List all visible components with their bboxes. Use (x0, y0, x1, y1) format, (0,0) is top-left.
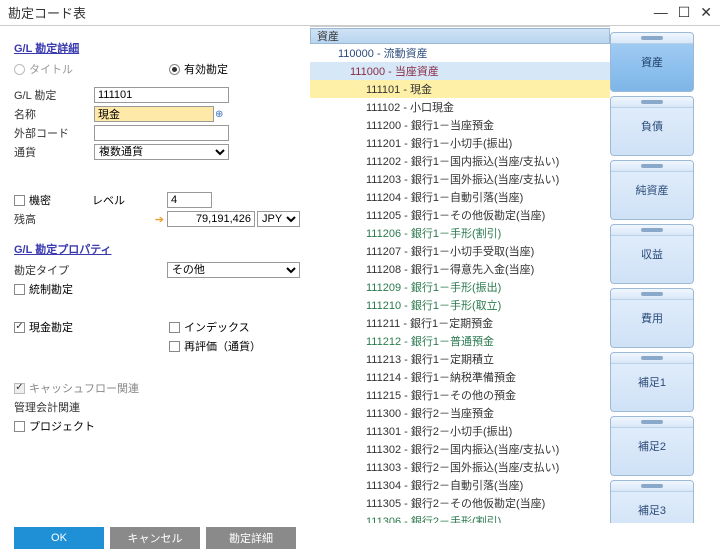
drawer-label: 補足2 (638, 438, 666, 454)
cashflow-checkbox (14, 383, 25, 394)
name-input[interactable] (94, 106, 214, 122)
footer: OK キャンセル 勘定詳細 (0, 523, 720, 555)
confidential-checkbox[interactable] (14, 195, 25, 206)
tree-item[interactable]: 111000 - 当座資産 (310, 62, 610, 80)
arrow-icon: ➔ (155, 213, 164, 226)
category-drawers: 資産負債純資産収益費用補足1 補足2 補足3 (610, 26, 700, 523)
index-checkbox[interactable] (169, 322, 180, 333)
tree-item[interactable]: 111209 - 銀行1－手形(振出) (310, 278, 610, 296)
tree-item[interactable]: 111210 - 銀行1－手形(取立) (310, 296, 610, 314)
tree-item[interactable]: 111301 - 銀行2－小切手(振出) (310, 422, 610, 440)
currency-label: 通貨 (14, 144, 94, 160)
acct-type-select[interactable]: その他 (167, 262, 300, 278)
drawer-label: 補足1 (638, 374, 666, 390)
balance-input[interactable] (167, 211, 255, 227)
drawer-label: 純資産 (636, 182, 669, 198)
tree-item[interactable]: 111213 - 銀行1－定期積立 (310, 350, 610, 368)
tree-item[interactable]: 111211 - 銀行1－定期預金 (310, 314, 610, 332)
section-gl-detail: G/L 勘定詳細 (14, 40, 300, 56)
ext-code-label: 外部コード (14, 125, 94, 141)
form-panel: G/L 勘定詳細 タイトル 有効勘定 G/L 勘定 名称 ⊕ 外部コード (0, 26, 310, 523)
cashflow-label: キャッシュフロー関連 (29, 380, 139, 396)
gl-account-input[interactable] (94, 87, 229, 103)
tree-item[interactable]: 111306 - 銀行2－手形(割引) (310, 512, 610, 523)
drawer-4[interactable]: 費用 (610, 288, 694, 348)
radio-title-label: タイトル (29, 61, 73, 77)
drawer-label: 補足3 (638, 502, 666, 518)
radio-active[interactable] (169, 64, 180, 75)
detail-button[interactable]: 勘定詳細 (206, 527, 296, 549)
tree-item[interactable]: 111205 - 銀行1－その他仮勘定(当座) (310, 206, 610, 224)
currency-select[interactable]: 複数通貨 (94, 144, 229, 160)
account-tree[interactable]: 資産 110000 - 流動資産111000 - 当座資産111101 - 現金… (310, 26, 610, 523)
cancel-button[interactable]: キャンセル (110, 527, 200, 549)
ext-code-input[interactable] (94, 125, 229, 141)
tree-item[interactable]: 111302 - 銀行2－国内振込(当座/支払い) (310, 440, 610, 458)
tree-item[interactable]: 111305 - 銀行2－その他仮勘定(当座) (310, 494, 610, 512)
tree-item[interactable]: 110000 - 流動資産 (310, 44, 610, 62)
cash-label: 現金勘定 (29, 319, 169, 335)
drawer-7[interactable]: 補足3 (610, 480, 694, 523)
drawer-label: 収益 (641, 246, 663, 262)
drawer-label: 負債 (641, 118, 663, 134)
reeval-checkbox[interactable] (169, 341, 180, 352)
control-checkbox[interactable] (14, 284, 25, 295)
tree-item[interactable]: 111208 - 銀行1－得意先入金(当座) (310, 260, 610, 278)
section-gl-property: G/L 勘定プロパティ (14, 241, 300, 257)
balance-label: 残高 (14, 211, 91, 227)
tree-item[interactable]: 111207 - 銀行1－小切手受取(当座) (310, 242, 610, 260)
name-label: 名称 (14, 106, 94, 122)
gl-account-label: G/L 勘定 (14, 87, 94, 103)
cash-checkbox[interactable] (14, 322, 25, 333)
drawer-6[interactable]: 補足2 (610, 416, 694, 476)
tree-item[interactable]: 111203 - 銀行1－国外振込(当座/支払い) (310, 170, 610, 188)
tree-item[interactable]: 111200 - 銀行1－当座預金 (310, 116, 610, 134)
tree-item[interactable]: 111201 - 銀行1－小切手(振出) (310, 134, 610, 152)
tree-header[interactable]: 資産 (310, 28, 610, 44)
ok-button[interactable]: OK (14, 527, 104, 549)
tree-item[interactable]: 111102 - 小口現金 (310, 98, 610, 116)
titlebar: 勘定コード表 — ☐ ✕ (0, 0, 720, 26)
drawer-3[interactable]: 収益 (610, 224, 694, 284)
control-label: 統制勘定 (29, 281, 73, 297)
tree-item[interactable]: 111101 - 現金 (310, 80, 610, 98)
project-label: プロジェクト (29, 418, 95, 434)
project-checkbox[interactable] (14, 421, 25, 432)
minimize-icon[interactable]: — (654, 4, 668, 21)
lookup-icon[interactable]: ⊕ (215, 109, 223, 120)
tree-item[interactable]: 111215 - 銀行1－その他の預金 (310, 386, 610, 404)
tree-item[interactable]: 111214 - 銀行1－納税準備預金 (310, 368, 610, 386)
drawer-label: 費用 (641, 310, 663, 326)
mgmt-label: 管理会計関連 (14, 399, 94, 415)
maximize-icon[interactable]: ☐ (678, 4, 691, 21)
balance-currency-select[interactable]: JPY (257, 211, 300, 227)
window-title: 勘定コード表 (8, 3, 86, 22)
radio-active-label: 有効勘定 (184, 61, 228, 77)
tree-item[interactable]: 111204 - 銀行1－自動引落(当座) (310, 188, 610, 206)
close-icon[interactable]: ✕ (700, 4, 712, 21)
tree-item[interactable]: 111304 - 銀行2－自動引落(当座) (310, 476, 610, 494)
index-label: インデックス (184, 319, 250, 335)
level-input[interactable] (167, 192, 212, 208)
drawer-2[interactable]: 純資産 (610, 160, 694, 220)
tree-item[interactable]: 111300 - 銀行2－当座預金 (310, 404, 610, 422)
tree-item[interactable]: 111303 - 銀行2－国外振込(当座/支払い) (310, 458, 610, 476)
acct-type-label: 勘定タイプ (14, 262, 93, 278)
drawer-5[interactable]: 補足1 (610, 352, 694, 412)
drawer-1[interactable]: 負債 (610, 96, 694, 156)
confidential-label: 機密 (29, 192, 92, 208)
level-label: レベル (92, 192, 167, 208)
tree-item[interactable]: 111212 - 銀行1－普通預金 (310, 332, 610, 350)
radio-title[interactable] (14, 64, 25, 75)
drawer-0[interactable]: 資産 (610, 32, 694, 92)
drawer-label: 資産 (641, 54, 663, 70)
tree-item[interactable]: 111202 - 銀行1－国内振込(当座/支払い) (310, 152, 610, 170)
tree-item[interactable]: 111206 - 銀行1－手形(割引) (310, 224, 610, 242)
reeval-label: 再評価（通貨） (184, 338, 261, 354)
